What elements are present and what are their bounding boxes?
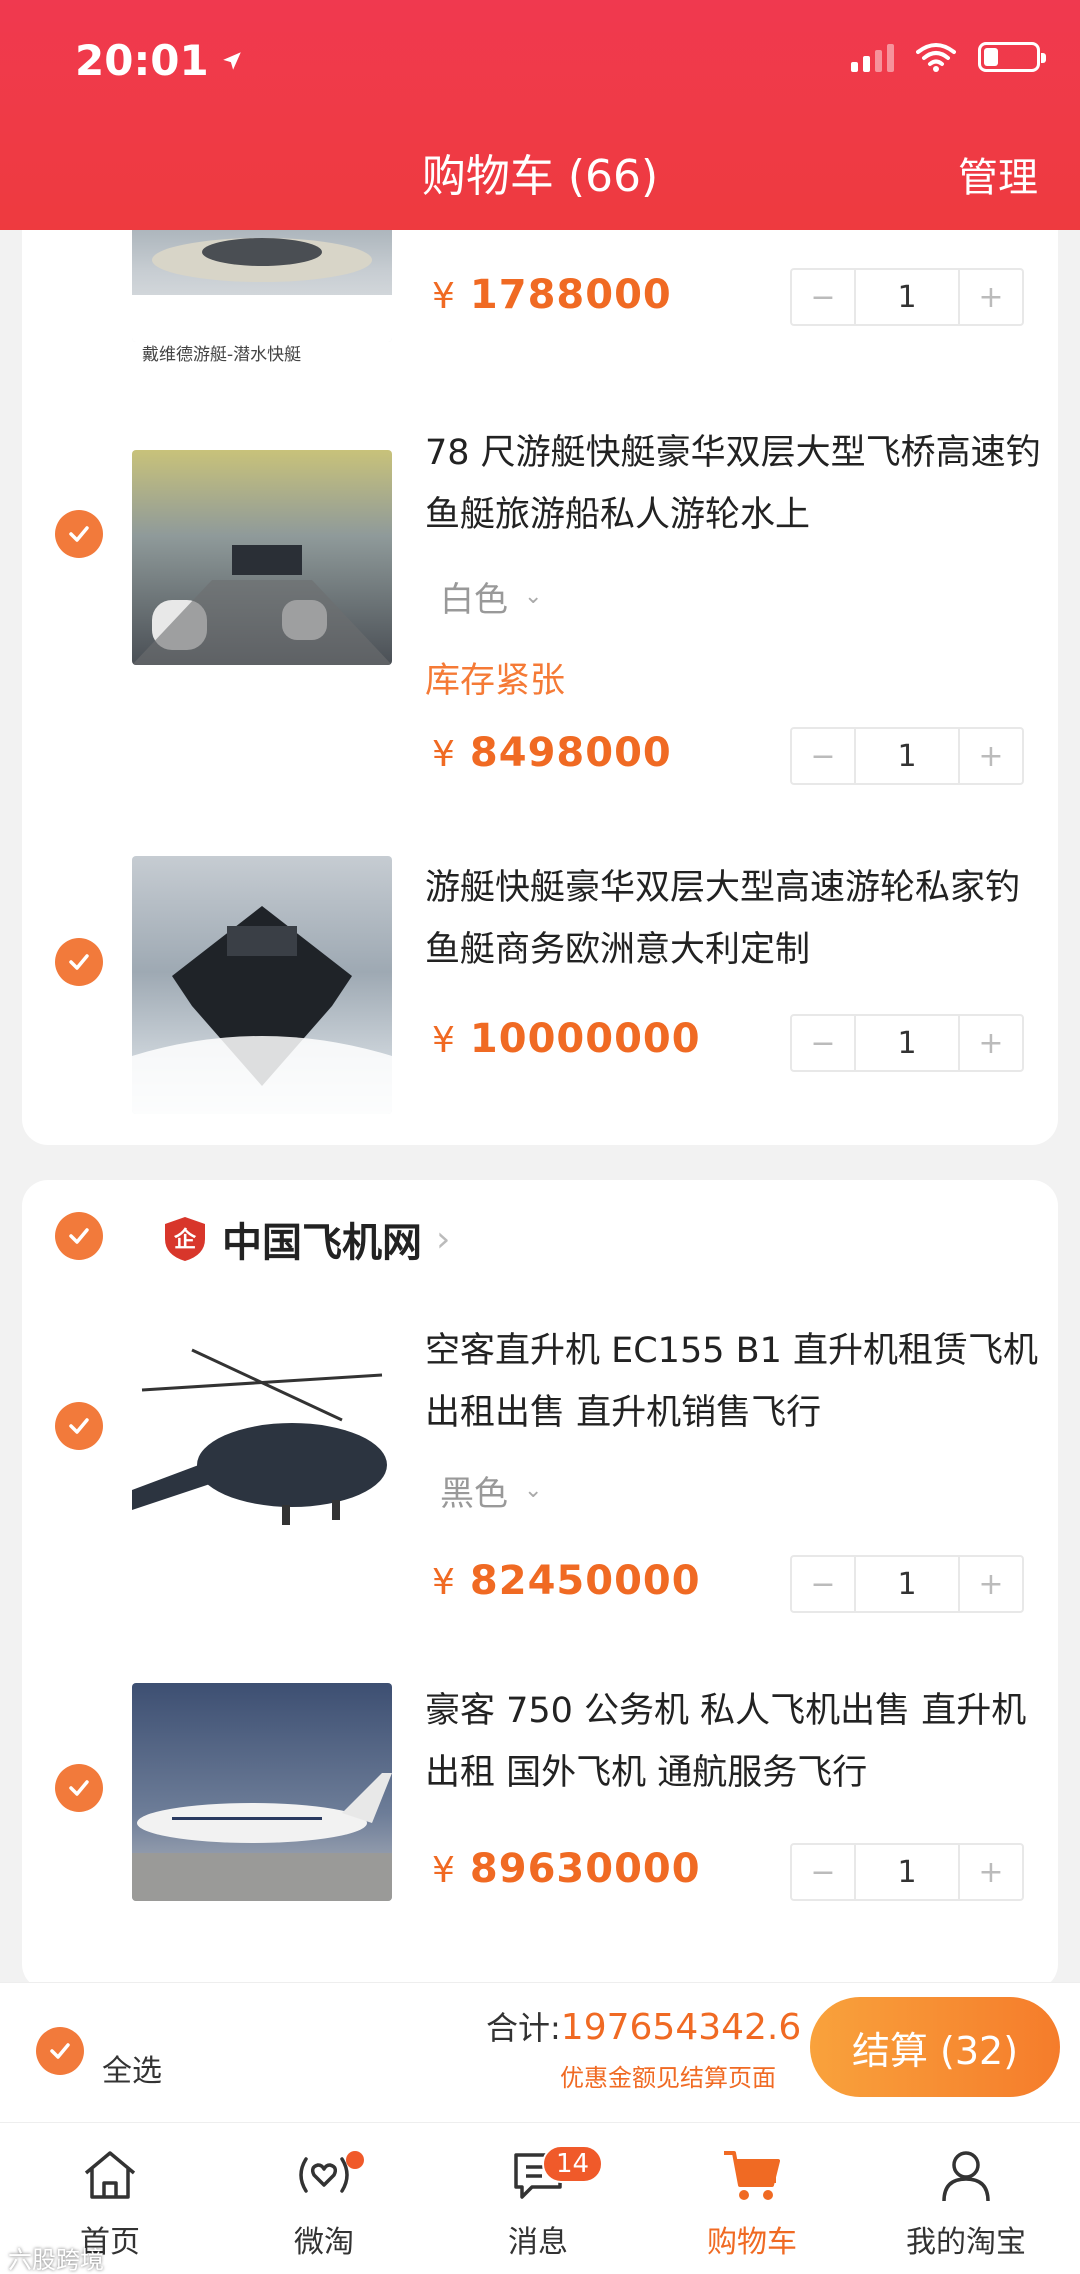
total-amount: 197654342.6	[560, 2007, 802, 2048]
tab-mine[interactable]: 我的淘宝	[886, 2137, 1046, 2261]
tab-messages-label: 消息	[508, 2225, 568, 2260]
select-all-label[interactable]: 全选	[102, 2046, 162, 2090]
checkmark-icon	[69, 1418, 89, 1434]
quantity-stepper[interactable]: − 1 +	[790, 727, 1024, 785]
tab-weitao-label: 微淘	[294, 2225, 354, 2260]
item-checkbox[interactable]	[55, 1402, 103, 1450]
jet-illustration-icon	[132, 1773, 392, 1901]
item-price: ¥82450000	[432, 1558, 701, 1604]
quantity-stepper[interactable]: − 1 +	[790, 268, 1024, 326]
total-price: 合计:197654342.6	[486, 2003, 801, 2049]
increase-button[interactable]: +	[960, 1557, 1022, 1611]
chevron-down-icon: ⌄	[524, 1478, 543, 1503]
checkmark-icon	[50, 2043, 70, 2059]
tab-mine-label: 我的淘宝	[906, 2225, 1026, 2260]
product-image-motor-yacht[interactable]	[132, 856, 392, 1114]
item-checkbox[interactable]	[55, 1764, 103, 1812]
checkmark-icon	[69, 1780, 89, 1796]
quantity-stepper[interactable]: − 1 +	[790, 1014, 1024, 1072]
status-time-text: 20:01	[75, 36, 209, 85]
total-label: 合计:	[486, 2009, 561, 2047]
checkmark-icon	[69, 1228, 89, 1244]
quantity-stepper[interactable]: − 1 +	[790, 1555, 1024, 1613]
item-title[interactable]: 豪客 750 公务机 私人飞机出售 直升机出租 国外飞机 通航服务飞行	[425, 1680, 1045, 1804]
notification-dot	[346, 2151, 364, 2169]
watermark: 六股跨境	[8, 2246, 104, 2274]
stock-warning: 库存紧张	[425, 661, 566, 701]
shop-name: 中国飞机网	[222, 1220, 422, 1266]
decrease-button[interactable]: −	[792, 1845, 854, 1899]
increase-button[interactable]: +	[960, 729, 1022, 783]
shop-header[interactable]: 企 中国飞机网 ›	[162, 1210, 450, 1268]
tab-cart[interactable]: 购物车	[672, 2137, 832, 2261]
quantity-value[interactable]: 1	[854, 729, 960, 783]
quantity-value[interactable]: 1	[854, 270, 960, 324]
item-checkbox[interactable]	[55, 938, 103, 986]
home-icon	[84, 2151, 136, 2199]
checkout-button[interactable]: 结算 (32)	[810, 1997, 1060, 2097]
decrease-button[interactable]: −	[792, 1557, 854, 1611]
battery-icon	[978, 42, 1046, 72]
manage-button[interactable]: 管理	[958, 145, 1038, 203]
increase-button[interactable]: +	[960, 1845, 1022, 1899]
item-price: ¥8498000	[432, 730, 672, 776]
quantity-value[interactable]: 1	[854, 1557, 960, 1611]
location-arrow-icon	[222, 51, 241, 70]
item-price: ¥89630000	[432, 1846, 701, 1892]
shop-checkbox[interactable]	[55, 1212, 103, 1260]
increase-button[interactable]: +	[960, 1016, 1022, 1070]
item-price: ¥10000000	[432, 1016, 701, 1062]
checkmark-icon	[69, 526, 89, 542]
tab-cart-label: 购物车	[707, 2225, 797, 2260]
shopping-cart-icon	[724, 2151, 780, 2200]
enterprise-shop-icon: 企	[165, 1217, 205, 1261]
signal-icon	[851, 42, 894, 72]
status-time: 20:01	[75, 36, 243, 85]
motor-yacht-illustration-icon	[132, 906, 392, 1114]
app-header: 20:01 购物车 (66) 管理	[0, 0, 1080, 230]
page-title: 购物车 (66)	[421, 151, 659, 202]
decrease-button[interactable]: −	[792, 270, 854, 324]
product-image-helicopter[interactable]	[132, 1320, 392, 1578]
status-indicators	[851, 42, 1046, 72]
helicopter-illustration-icon	[132, 1348, 387, 1525]
shop-card-yachts: 戴维德游艇-潜水快艇 ¥1788000 − 1 + 78 尺游艇快艇豪华双层大型…	[22, 200, 1058, 1145]
quantity-stepper[interactable]: − 1 +	[790, 1843, 1024, 1901]
product-image-yacht-interior[interactable]	[132, 450, 392, 665]
shop-card-aircraft: 企 中国飞机网 › 空客直升机 EC155 B1 直升机租赁飞机出租出售 直升机…	[22, 1180, 1058, 1990]
item-title[interactable]: 78 尺游艇快艇豪华双层大型飞桥高速钓鱼艇旅游船私人游轮水上	[425, 422, 1045, 546]
discount-note: 优惠金额见结算页面	[560, 2064, 776, 2092]
product-image-business-jet[interactable]	[132, 1683, 392, 1901]
variant-label: 白色	[440, 580, 508, 620]
wifi-icon	[916, 43, 956, 72]
quantity-value[interactable]: 1	[854, 1845, 960, 1899]
weitao-broadcast-icon	[299, 2157, 349, 2193]
checkmark-icon	[69, 954, 89, 970]
variant-label: 黑色	[440, 1474, 508, 1514]
tab-weitao[interactable]: 微淘	[244, 2137, 404, 2261]
decrease-button[interactable]: −	[792, 1016, 854, 1070]
quantity-value[interactable]: 1	[854, 1016, 960, 1070]
bottom-tab-bar: 首页 微淘 14 消息 购物车 我的淘宝	[0, 2122, 1080, 2274]
item-price: ¥1788000	[432, 272, 672, 318]
decrease-button[interactable]: −	[792, 729, 854, 783]
checkout-bar: 全选 合计:197654342.6 优惠金额见结算页面 结算 (32)	[0, 1982, 1080, 2122]
product-image-caption: 戴维德游艇-潜水快艇	[142, 345, 302, 365]
item-checkbox[interactable]	[55, 510, 103, 558]
increase-button[interactable]: +	[960, 270, 1022, 324]
item-title[interactable]: 游艇快艇豪华双层大型高速游轮私家钓鱼艇商务欧洲意大利定制	[425, 857, 1045, 981]
yacht-interior-illustration-icon	[132, 545, 392, 665]
messages-badge: 14	[542, 2145, 604, 2183]
user-profile-icon	[942, 2151, 990, 2202]
item-variant-selector[interactable]: 白色 ⌄	[440, 572, 542, 621]
item-title[interactable]: 空客直升机 EC155 B1 直升机租赁飞机出租出售 直升机销售飞行	[425, 1320, 1045, 1444]
chevron-right-icon: ›	[436, 1218, 451, 1260]
tab-messages[interactable]: 14 消息	[458, 2137, 618, 2261]
svg-text:企: 企	[173, 1227, 197, 1253]
chevron-down-icon: ⌄	[524, 584, 543, 609]
item-variant-selector[interactable]: 黑色 ⌄	[440, 1466, 542, 1515]
select-all-checkbox[interactable]	[36, 2027, 84, 2075]
